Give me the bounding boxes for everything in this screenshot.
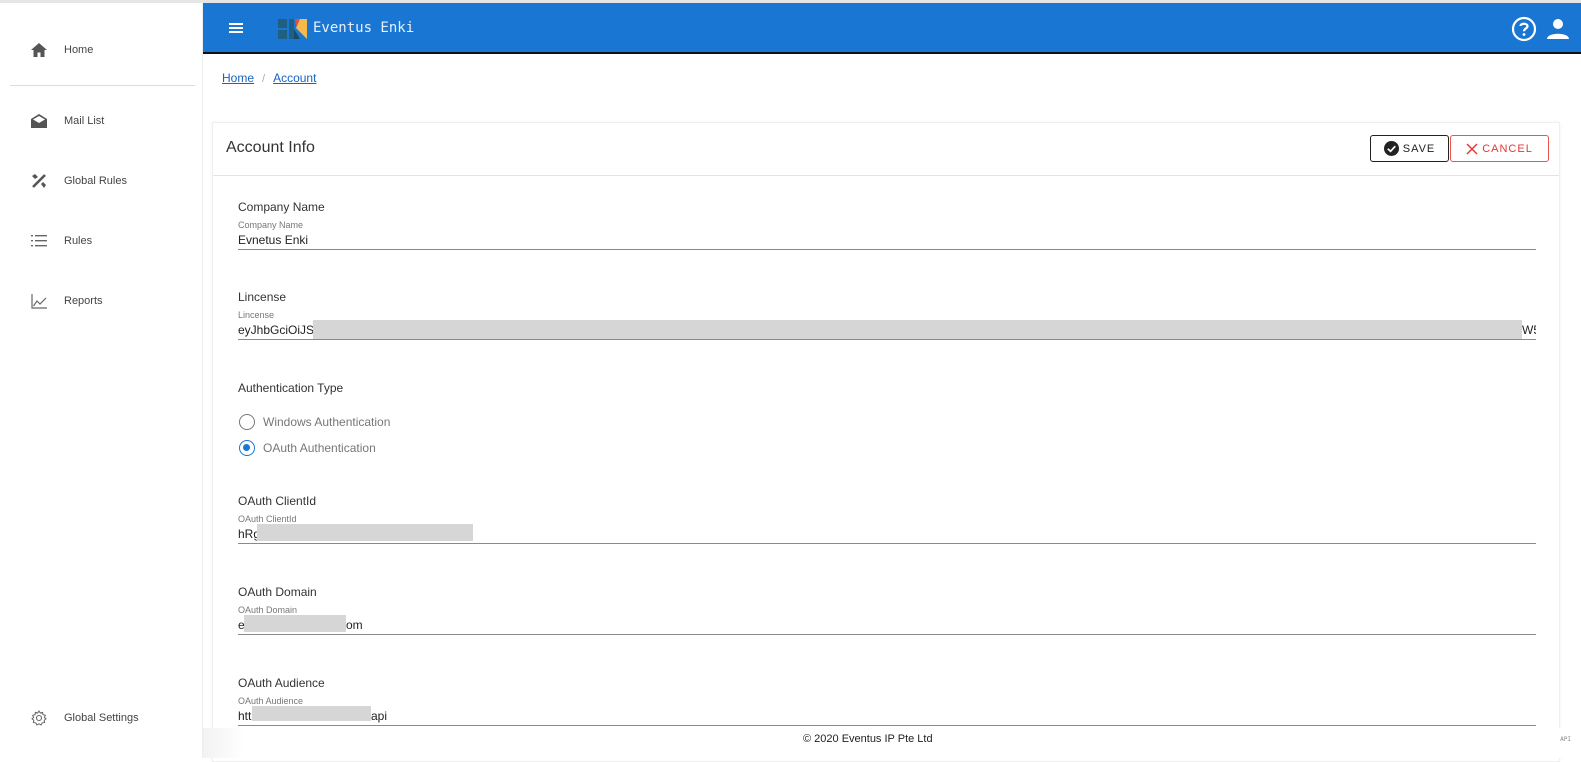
radio-oauth-auth[interactable]: OAuth Authentication xyxy=(239,440,376,456)
field-label: Company Name xyxy=(238,220,304,230)
list-icon xyxy=(30,232,48,250)
gear-icon xyxy=(30,709,48,727)
field-label: OAuth ClientId xyxy=(238,514,297,524)
save-label: SAVE xyxy=(1402,142,1436,155)
radio-unchecked-icon xyxy=(239,414,255,430)
sidebar: Home Mail List Global Rules Rules Report… xyxy=(0,3,203,758)
field-title: Company Name xyxy=(238,200,325,214)
api-tag: API xyxy=(1560,736,1571,743)
field-title: OAuth Domain xyxy=(238,585,317,599)
field-label: Lincense xyxy=(238,310,275,320)
oauth-clientid-input[interactable]: hRg xyxy=(238,524,1536,544)
license-section: Lincense Lincense eyJhbGciOiJS W5( xyxy=(238,290,1536,340)
redacted-region xyxy=(244,615,346,632)
menu-icon[interactable] xyxy=(227,19,245,37)
license-input[interactable]: eyJhbGciOiJS W5( xyxy=(238,320,1536,340)
sidebar-item-label: Reports xyxy=(64,295,103,307)
oauth-domain-section: OAuth Domain OAuth Domain e om xyxy=(238,585,1536,635)
close-icon xyxy=(1466,142,1478,155)
cancel-button[interactable]: CANCEL xyxy=(1450,135,1549,162)
user-account-icon[interactable] xyxy=(1545,16,1571,42)
oauth-audience-section: OAuth Audience OAuth Audience htt api xyxy=(238,676,1536,726)
footer: © 2020 Eventus IP Pte Ltd API xyxy=(203,728,1581,758)
sidebar-item-home[interactable]: Home xyxy=(0,30,203,70)
breadcrumb-home-link[interactable]: Home xyxy=(222,71,254,85)
sidebar-item-mail-list[interactable]: Mail List xyxy=(0,101,203,141)
chart-line-icon xyxy=(30,292,48,310)
breadcrumb-separator: / xyxy=(262,73,266,85)
sidebar-item-label: Global Settings xyxy=(64,712,139,724)
field-label: OAuth Audience xyxy=(238,696,304,706)
sidebar-item-label: Rules xyxy=(64,235,93,247)
logo-icon xyxy=(278,18,308,40)
field-title: OAuth Audience xyxy=(238,676,325,690)
sidebar-item-global-rules[interactable]: Global Rules xyxy=(0,161,203,201)
company-name-input[interactable]: Evnetus Enki xyxy=(238,230,1536,250)
card-header: Account Info SAVE CANCEL xyxy=(213,123,1559,176)
field-title: Lincense xyxy=(238,290,287,304)
mail-open-icon xyxy=(30,112,48,130)
cancel-label: CANCEL xyxy=(1482,142,1533,155)
field-title: OAuth ClientId xyxy=(238,494,317,508)
field-label: OAuth Domain xyxy=(238,605,298,615)
breadcrumb-account-link[interactable]: Account xyxy=(273,71,316,85)
company-name-section: Company Name Company Name Evnetus Enki xyxy=(238,200,1536,250)
app-bar: Eventus Enki xyxy=(203,3,1581,54)
save-button[interactable]: SAVE xyxy=(1370,135,1449,162)
oauth-clientid-section: OAuth ClientId OAuth ClientId hRg xyxy=(238,494,1536,544)
account-info-card: Account Info SAVE CANCEL Company Name Co… xyxy=(212,122,1560,762)
auth-type-title: Authentication Type xyxy=(238,381,344,395)
sidebar-item-label: Mail List xyxy=(64,115,105,127)
sidebar-divider xyxy=(10,85,195,86)
breadcrumb: Home / Account xyxy=(222,71,316,85)
redacted-region xyxy=(252,706,371,721)
sidebar-item-label: Home xyxy=(64,44,94,56)
sidebar-item-global-settings[interactable]: Global Settings xyxy=(0,698,203,738)
radio-checked-icon xyxy=(239,440,255,456)
oauth-domain-input[interactable]: e om xyxy=(238,615,1536,635)
copyright-text: © 2020 Eventus IP Pte Ltd xyxy=(803,733,933,745)
help-icon[interactable] xyxy=(1511,16,1537,42)
app-title: Eventus Enki xyxy=(313,20,415,36)
redacted-region xyxy=(257,524,473,541)
check-circle-icon xyxy=(1383,141,1399,156)
sidebar-item-label: Global Rules xyxy=(64,175,127,187)
oauth-audience-input[interactable]: htt api xyxy=(238,706,1536,726)
page-title: Account Info xyxy=(226,139,315,156)
redacted-region xyxy=(313,320,1522,339)
radio-windows-auth[interactable]: Windows Authentication xyxy=(239,414,390,430)
tools-icon xyxy=(30,172,48,190)
sidebar-item-reports[interactable]: Reports xyxy=(0,281,203,321)
home-icon xyxy=(30,41,48,59)
sidebar-item-rules[interactable]: Rules xyxy=(0,221,203,261)
